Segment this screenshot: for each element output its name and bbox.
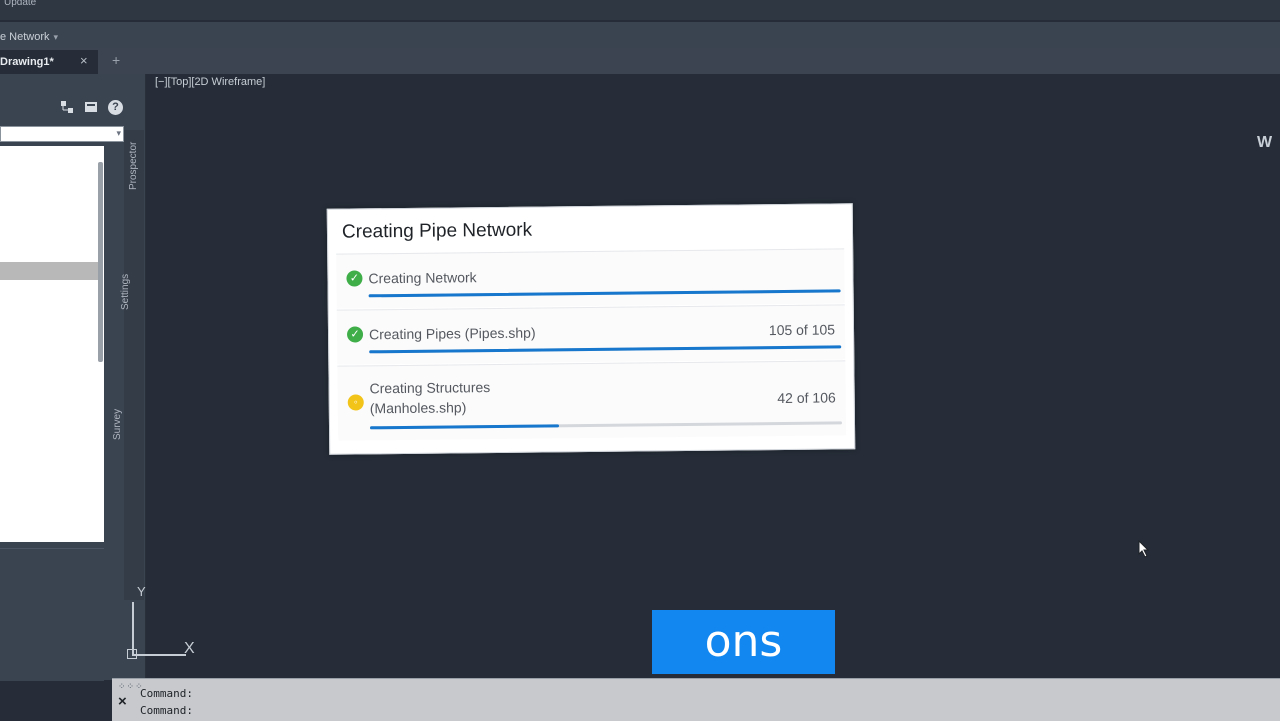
- tab-dropdown-icon[interactable]: ▾: [54, 32, 59, 42]
- task-label: Creating Pipes (Pipes.shp): [368, 324, 536, 343]
- task-label: Creating Network: [368, 269, 477, 287]
- pending-circle-icon: ◦: [347, 394, 364, 411]
- check-circle-icon: ✓: [346, 326, 364, 343]
- creating-pipe-network-dialog: Creating Pipe Network ✓ Creating Network…: [326, 203, 856, 455]
- viewcube-west-label: W: [1257, 134, 1273, 151]
- chevron-down-icon: ▾: [116, 128, 121, 138]
- dialog-title: Creating Pipe Network: [341, 219, 533, 243]
- viewport-controls[interactable]: [−][Top][2D Wireframe]: [155, 76, 265, 88]
- tab-survey[interactable]: Survey: [112, 409, 123, 440]
- selected-tree-row[interactable]: [0, 262, 98, 280]
- tab-prospector[interactable]: Prospector: [128, 142, 139, 190]
- tree-view-icon[interactable]: [60, 100, 74, 114]
- item-view-icon[interactable]: [84, 100, 98, 114]
- ucs-x-axis: [132, 654, 186, 656]
- task-count: 42 of 106: [777, 389, 836, 407]
- task-row-pipes: ✓ Creating Pipes (Pipes.shp) 105 of 105: [336, 304, 846, 365]
- command-history-line: Command:: [140, 687, 193, 700]
- command-prompt-line[interactable]: Command:: [140, 704, 193, 717]
- ucs-y-axis: [132, 602, 134, 654]
- task-count: 105 of 105: [768, 321, 836, 339]
- progress-bar: [370, 421, 843, 430]
- document-tab-drawing1[interactable]: Drawing1* ×: [0, 50, 98, 74]
- tree-scrollbar[interactable]: [98, 162, 103, 362]
- ucs-x-label: X: [184, 640, 195, 657]
- task-label-line1: Creating Structures: [369, 379, 491, 397]
- document-tab-label: Drawing1*: [0, 56, 54, 68]
- tab-settings[interactable]: Settings: [120, 274, 131, 310]
- title-bar: Update: [0, 0, 1280, 20]
- task-label-line2: (Manholes.shp): [369, 399, 467, 417]
- viewcube[interactable]: W: [1254, 106, 1280, 176]
- progress-bar: [369, 345, 842, 354]
- ucs-y-label: Y: [137, 584, 146, 599]
- ucs-origin-box: [127, 649, 137, 659]
- close-command-line-icon[interactable]: ×: [118, 693, 127, 710]
- help-icon[interactable]: ?: [108, 100, 123, 115]
- vertical-tab-strip: [124, 130, 144, 600]
- ribbon-tab-bar: e Network ▾: [0, 22, 1280, 49]
- video-caption: ons: [652, 610, 835, 674]
- mouse-cursor-icon: [1138, 540, 1150, 558]
- task-row-network: ✓ Creating Network: [336, 248, 845, 309]
- check-circle-icon: ✓: [346, 270, 363, 287]
- close-tab-icon[interactable]: ×: [80, 53, 88, 68]
- palette-toolbar: [0, 96, 124, 118]
- pipe-network-tab[interactable]: e Network ▾: [0, 31, 58, 43]
- new-tab-icon[interactable]: +: [112, 52, 120, 68]
- document-tabs: Drawing1* ×: [0, 48, 1280, 74]
- update-label[interactable]: Update: [4, 0, 36, 8]
- ucs-icon: Y X: [124, 584, 214, 664]
- command-line: ⁘⁘⁘ × Command: Command:: [112, 678, 1280, 721]
- palette-view-dropdown[interactable]: ▾: [0, 126, 124, 142]
- pipe-network-tab-label: e Network: [0, 31, 50, 43]
- task-row-structures: ◦ Creating Structures (Manholes.shp) 42 …: [337, 360, 847, 441]
- prospector-tree[interactable]: [0, 146, 104, 542]
- progress-bar: [368, 289, 841, 298]
- item-preview-pane: [0, 548, 104, 681]
